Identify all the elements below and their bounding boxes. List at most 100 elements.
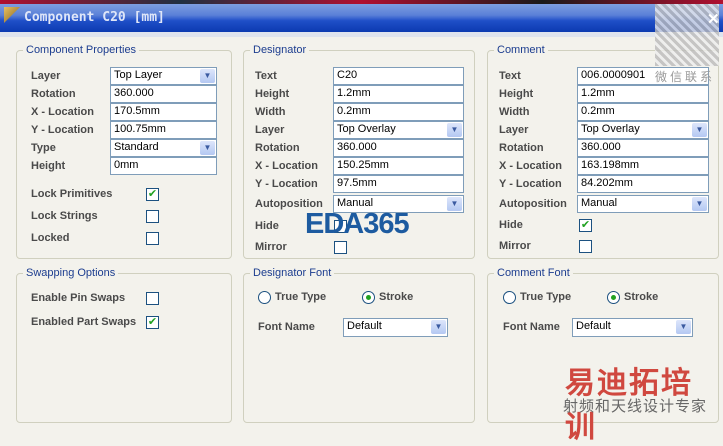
field-value: 0mm	[114, 159, 139, 171]
designator-truetype-radio[interactable]	[258, 291, 271, 304]
window-title: Component C20 [mm]	[24, 10, 165, 25]
component_properties-rotation-input[interactable]: 360.000	[110, 85, 217, 103]
field-value: Top Layer	[114, 69, 163, 81]
enabled-part-swaps-label: Enabled Part Swaps	[31, 316, 137, 328]
field-value: 84.202mm	[581, 177, 633, 189]
hide-label: Hide	[255, 220, 279, 232]
field-value: 1.2mm	[581, 87, 615, 99]
field-value: 0.2mm	[337, 105, 371, 117]
x-location-label: X - Location	[499, 160, 562, 172]
rotation-label: Rotation	[255, 142, 300, 154]
group-title: Designator Font	[250, 267, 335, 279]
comment-stroke-radio[interactable]	[607, 291, 620, 304]
comment-font-name-select[interactable]: Default ▼	[572, 318, 693, 337]
eda365-watermark: EDA365	[305, 208, 410, 240]
comment-y-location-input[interactable]: 84.202mm	[577, 175, 709, 193]
y-location-label: Y - Location	[31, 124, 94, 136]
field-value: 170.5mm	[114, 105, 160, 117]
chevron-down-icon: ▼	[200, 69, 215, 83]
rotation-label: Rotation	[499, 142, 544, 154]
component_properties-x-location-input[interactable]: 170.5mm	[110, 103, 217, 121]
mirror-label: Mirror	[255, 241, 287, 253]
comment-rotation-input[interactable]: 360.000	[577, 139, 709, 157]
radio-label: True Type	[275, 291, 327, 303]
text-label: Text	[255, 70, 277, 82]
layer-label: Layer	[499, 124, 529, 136]
component_properties-y-location-input[interactable]: 100.75mm	[110, 121, 217, 139]
comment-height-input[interactable]: 1.2mm	[577, 85, 709, 103]
radio-label: True Type	[520, 291, 572, 303]
lock-strings-label: Lock Strings	[31, 210, 98, 222]
group-title: Designator	[250, 44, 310, 56]
close-icon[interactable]: ✕	[707, 10, 720, 28]
designator-height-input[interactable]: 1.2mm	[333, 85, 464, 103]
designator-y-location-input[interactable]: 97.5mm	[333, 175, 464, 193]
comment-layer-select[interactable]: Top Overlay ▼	[577, 121, 709, 139]
enabled-part-swaps-checkbox[interactable]: ✔	[146, 316, 159, 329]
divider	[0, 32, 723, 37]
height-label: Height	[499, 88, 534, 100]
field-value: C20	[337, 69, 358, 81]
component_properties-height-input[interactable]: 0mm	[110, 157, 217, 175]
lock-primitives-checkbox[interactable]: ✔	[146, 188, 159, 201]
mirror-checkbox[interactable]	[334, 241, 347, 254]
locked-checkbox[interactable]	[146, 232, 159, 245]
text-label: Text	[499, 70, 521, 82]
field-value: 006.0000901	[581, 69, 646, 81]
field-value: 163.198mm	[581, 159, 640, 171]
field-value: Top Overlay	[581, 123, 640, 135]
component_properties-layer-select[interactable]: Top Layer ▼	[110, 67, 217, 85]
y-location-label: Y - Location	[499, 178, 562, 190]
field-value: 100.75mm	[114, 123, 166, 135]
radio-label: Stroke	[624, 291, 659, 303]
comment-truetype-radio[interactable]	[503, 291, 516, 304]
field-value: 0.2mm	[581, 105, 615, 117]
chevron-down-icon: ▼	[692, 123, 707, 137]
comment-width-input[interactable]: 0.2mm	[577, 103, 709, 121]
select-value: Default	[576, 320, 611, 332]
designator-font-name-select[interactable]: Default ▼	[343, 318, 448, 337]
mirror-checkbox[interactable]	[579, 240, 592, 253]
field-value: 360.000	[337, 141, 377, 153]
lock-strings-checkbox[interactable]	[146, 210, 159, 223]
enable-pin-swaps-checkbox[interactable]	[146, 292, 159, 305]
group-title: Component Properties	[23, 44, 140, 56]
title-bar: Component C20 [mm]	[0, 4, 723, 32]
group-title: Comment Font	[494, 267, 573, 279]
field-value: Manual	[581, 197, 618, 209]
designator-stroke-radio[interactable]	[362, 291, 375, 304]
comment-x-location-input[interactable]: 163.198mm	[577, 157, 709, 175]
layer-label: Layer	[255, 124, 285, 136]
mirror-label: Mirror	[499, 240, 531, 252]
width-label: Width	[499, 106, 530, 118]
chevron-down-icon: ▼	[692, 197, 707, 211]
designator-x-location-input[interactable]: 150.25mm	[333, 157, 464, 175]
chevron-down-icon: ▼	[431, 320, 446, 334]
width-label: Width	[255, 106, 286, 118]
type-label: Type	[31, 142, 56, 154]
y-location-label: Y - Location	[255, 178, 318, 190]
select-value: Default	[347, 320, 382, 332]
field-value: 360.000	[114, 87, 154, 99]
height-label: Height	[31, 160, 66, 172]
locked-label: Locked	[31, 232, 70, 244]
chevron-down-icon: ▼	[447, 197, 462, 211]
field-label: Font Name	[258, 321, 315, 333]
designator-layer-select[interactable]: Top Overlay ▼	[333, 121, 464, 139]
component_properties-type-select[interactable]: Standard ▼	[110, 139, 217, 157]
autoposition-label: Autoposition	[499, 198, 567, 210]
radio-label: Stroke	[379, 291, 414, 303]
hide-checkbox[interactable]: ✔	[579, 219, 592, 232]
chevron-down-icon: ▼	[200, 141, 215, 155]
height-label: Height	[255, 88, 290, 100]
app-icon	[4, 7, 20, 23]
field-value: Standard	[114, 141, 159, 153]
designator-width-input[interactable]: 0.2mm	[333, 103, 464, 121]
designator-text-input[interactable]: C20	[333, 67, 464, 85]
comment-autoposition-select[interactable]: Manual ▼	[577, 195, 709, 213]
field-value: 360.000	[581, 141, 621, 153]
field-value: 97.5mm	[337, 177, 377, 189]
designator-rotation-input[interactable]: 360.000	[333, 139, 464, 157]
layer-label: Layer	[31, 70, 61, 82]
enable-pin-swaps-label: Enable Pin Swaps	[31, 292, 126, 304]
